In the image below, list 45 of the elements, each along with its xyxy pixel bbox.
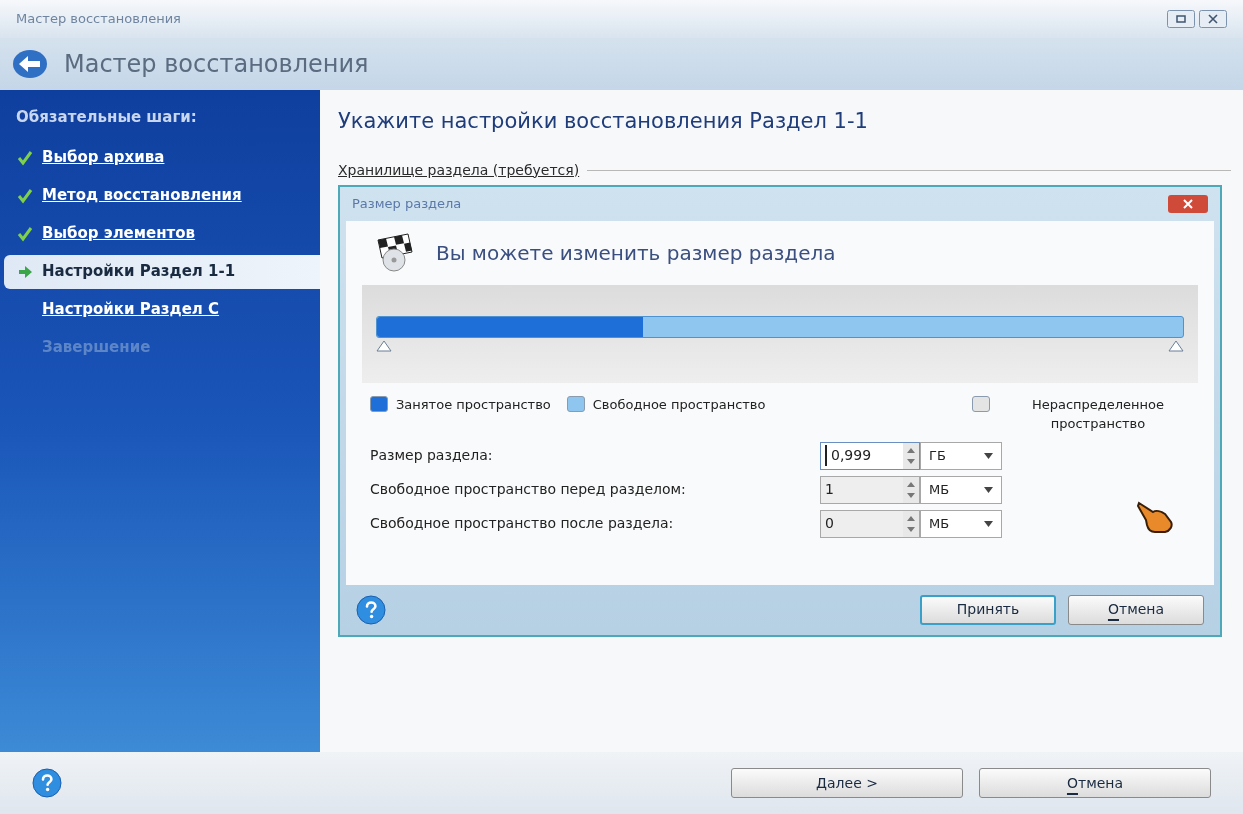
unit-dropdown[interactable]: МБ — [920, 509, 1002, 538]
caret-down-icon — [984, 520, 993, 527]
spinner-icon[interactable] — [903, 476, 919, 503]
caret-down-icon — [984, 452, 993, 459]
dialog-button[interactable]: Далее > — [731, 768, 963, 798]
field-label: Свободное пространство после раздела: — [370, 514, 675, 533]
wizard-title: Мастер восстановления — [64, 49, 369, 80]
unit-dropdown[interactable]: МБ — [920, 475, 1002, 504]
field-label: Размер раздела: — [370, 446, 494, 465]
help-icon[interactable] — [356, 594, 386, 625]
wizard-step[interactable]: Выбор архива — [4, 140, 320, 175]
dialog-button[interactable]: Принять — [920, 594, 1056, 625]
wizard-step[interactable]: Настройки Раздел С — [4, 292, 320, 327]
dialog-button[interactable]: Отмена — [979, 768, 1211, 798]
close-icon[interactable] — [1199, 10, 1227, 28]
number-field[interactable]: 0,999 — [820, 441, 920, 470]
legend-label: Нераспределенное пространство — [1030, 395, 1166, 433]
check-icon — [17, 149, 33, 166]
field-label: Свободное пространство перед разделом: — [370, 480, 687, 499]
wizard-step[interactable]: Выбор элементов — [4, 216, 320, 251]
sidebar-heading: Обязательные шаги: — [15, 107, 198, 128]
legend-label: Занятое пространство — [396, 395, 551, 414]
wizard-step[interactable]: Настройки Раздел 1-1 — [4, 254, 320, 289]
group-label: Хранилище раздела (требуется) — [338, 160, 580, 180]
arrow-right-icon — [17, 263, 33, 280]
dialog-title: Размер раздела — [352, 194, 462, 213]
spinner-icon[interactable] — [903, 442, 919, 469]
number-field[interactable]: 0 — [820, 509, 920, 538]
number-field[interactable]: 1 — [820, 475, 920, 504]
partition-bar[interactable] — [376, 315, 1184, 338]
close-icon[interactable] — [1168, 194, 1208, 213]
restore-icon[interactable] — [1167, 10, 1195, 28]
help-icon[interactable] — [32, 768, 62, 798]
pointing-hand-icon — [1136, 499, 1174, 534]
spinner-icon[interactable] — [903, 510, 919, 537]
dialog-heading: Вы можете изменить размер раздела — [436, 239, 836, 267]
dialog-button[interactable]: Отмена — [1068, 594, 1204, 625]
wizard-step[interactable]: Метод восстановления — [4, 178, 320, 213]
page-heading: Укажите настройки восстановления Раздел 1-1 — [338, 108, 869, 135]
unit-dropdown[interactable]: ГБ — [920, 441, 1002, 470]
window-title: Мастер восстановления — [16, 10, 181, 29]
caret-down-icon — [984, 486, 993, 493]
check-icon — [17, 187, 33, 204]
check-icon — [17, 225, 33, 242]
legend-label: Свободное пространство — [592, 395, 766, 414]
